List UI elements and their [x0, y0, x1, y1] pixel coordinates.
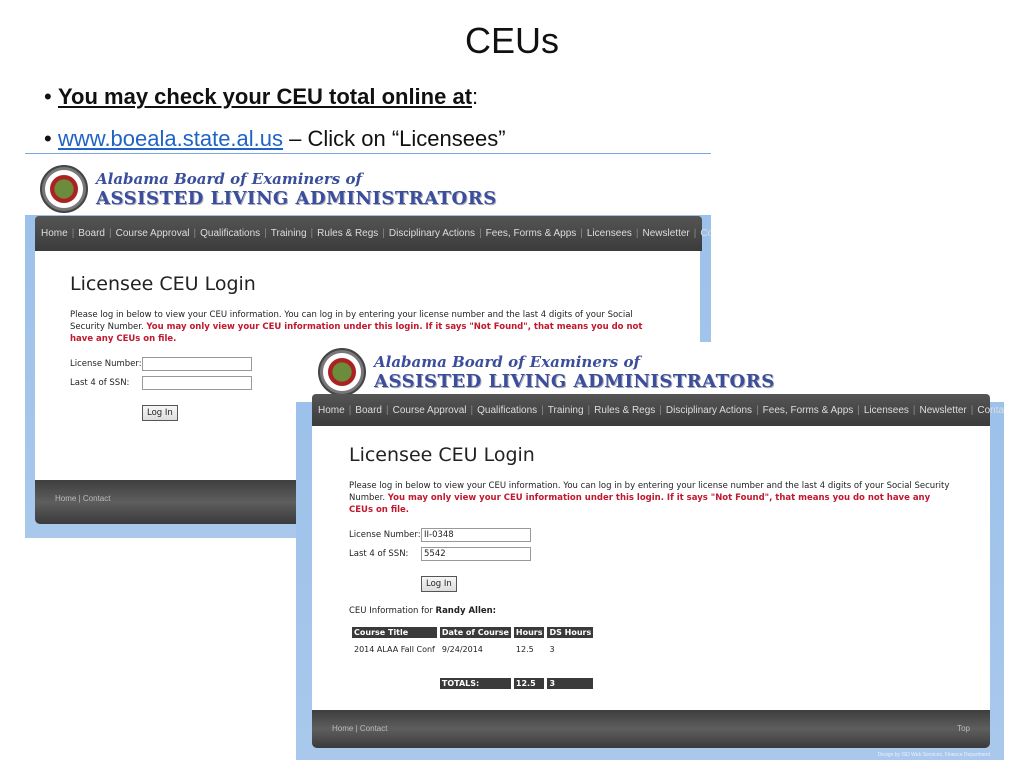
- licensee-name: Randy Allen:: [435, 606, 497, 616]
- license-label: License Number:: [70, 359, 142, 369]
- nav-item-newsletter[interactable]: Newsletter: [920, 405, 967, 416]
- footer-contact-link[interactable]: Contact: [83, 494, 111, 503]
- nav-separator: |: [587, 404, 591, 416]
- intro-text: Please log in below to view your CEU inf…: [70, 310, 643, 344]
- nav-item-licensees[interactable]: Licensees: [864, 405, 909, 416]
- bullet-2: • www.boeala.state.al.us – Click on “Lice…: [44, 126, 506, 151]
- footer-home-link[interactable]: Home: [55, 494, 76, 503]
- slide-title: CEUs: [464, 20, 559, 61]
- nav-separator: |: [385, 404, 389, 416]
- license-number-input[interactable]: II-0348: [421, 528, 531, 542]
- bullet-2-tail: – Click on “Licensees”: [283, 126, 506, 151]
- nav-item-licensees[interactable]: Licensees: [587, 228, 632, 239]
- divider: [25, 153, 711, 154]
- nav-separator: |: [912, 404, 916, 416]
- bullet-1-tail: :: [472, 84, 479, 109]
- bullet-1: • You may check your CEU total online at:: [44, 84, 479, 109]
- nav-item-rules-regs[interactable]: Rules & Regs: [317, 228, 378, 239]
- nav-separator: |: [71, 228, 75, 239]
- logo-line-2: ASSISTED LIVING ADMINISTRATORS: [374, 370, 775, 392]
- ssn-label: Last 4 of SSN:: [70, 378, 130, 388]
- nav-item-disciplinary-actions[interactable]: Disciplinary Actions: [666, 405, 752, 416]
- nav-separator: |: [756, 404, 759, 416]
- nav-item-qualifications[interactable]: Qualifications: [200, 228, 260, 239]
- nav-item-training[interactable]: Training: [548, 405, 584, 416]
- site-logo: Alabama Board of Examiners of ASSISTED LI…: [318, 348, 775, 396]
- site-credit: Design by ISD Web Services, Finance Depa…: [877, 752, 990, 758]
- nav-item-board[interactable]: Board: [78, 228, 105, 239]
- nav-separator: |: [659, 404, 662, 416]
- login-button[interactable]: Log In: [142, 405, 178, 421]
- logo-line-2: ASSISTED LIVING ADMINISTRATORS: [96, 187, 497, 209]
- col-hours: Hours: [513, 627, 545, 638]
- footer-home-link[interactable]: Home: [332, 724, 353, 733]
- ceu-info-heading: CEU Information for Randy Allen:: [349, 606, 497, 616]
- logo-line-1: Alabama Board of Examiners of: [96, 169, 362, 188]
- nav-item-fees-forms-apps[interactable]: Fees, Forms & Apps: [486, 228, 577, 239]
- state-seal-icon: [318, 348, 366, 396]
- ssn-input[interactable]: 5542: [421, 547, 531, 561]
- totals-row: TOTALS: 12.5 3: [352, 678, 594, 689]
- nav-separator: |: [479, 228, 482, 239]
- website-link[interactable]: www.boeala.state.al.us: [58, 126, 283, 151]
- nav-separator: |: [693, 228, 697, 239]
- nav-item-qualifications[interactable]: Qualifications: [477, 405, 537, 416]
- site-nav: Home | Board | Course Approval | Qualification…: [312, 394, 1004, 426]
- ssn-label: Last 4 of SSN:: [349, 549, 409, 559]
- footer-contact-link[interactable]: Contact: [360, 724, 388, 733]
- ssn-input[interactable]: [142, 376, 252, 390]
- table-row: 2014 ALAA Fall Conf 9/24/2014 12.5 3: [354, 645, 555, 654]
- nav-separator: |: [382, 228, 385, 239]
- nav-item-contact[interactable]: Contact: [977, 405, 1004, 416]
- content-area: Licensee CEU Login Please log in below t…: [312, 426, 990, 710]
- site-nav: Home | Board | Course Approval | Qualification…: [35, 216, 711, 251]
- nav-item-home[interactable]: Home: [41, 228, 68, 239]
- nav-item-course-approval[interactable]: Course Approval: [393, 405, 467, 416]
- col-course-title: Course Title: [352, 627, 437, 638]
- nav-item-disciplinary-actions[interactable]: Disciplinary Actions: [389, 228, 475, 239]
- page-title: Licensee CEU Login: [70, 273, 256, 295]
- site-logo: Alabama Board of Examiners of ASSISTED LI…: [40, 165, 497, 213]
- nav-item-board[interactable]: Board: [355, 405, 382, 416]
- nav-separator: |: [470, 404, 474, 416]
- nav-separator: |: [108, 228, 112, 239]
- nav-separator: |: [970, 404, 974, 416]
- nav-separator: |: [857, 404, 860, 416]
- nav-item-newsletter[interactable]: Newsletter: [643, 228, 690, 239]
- col-ds-hours: DS Hours: [547, 627, 594, 638]
- site-footer: Home | Contact Top: [312, 710, 990, 748]
- nav-item-fees-forms-apps[interactable]: Fees, Forms & Apps: [763, 405, 854, 416]
- footer-top-link[interactable]: Top: [957, 724, 970, 733]
- license-label: License Number:: [349, 530, 421, 540]
- warning-text: You may only view your CEU information u…: [349, 493, 931, 515]
- nav-separator: |: [193, 228, 197, 239]
- warning-text: You may only view your CEU information u…: [70, 322, 643, 344]
- screenshot-login-result: Alabama Board of Examiners of ASSISTED LI…: [296, 342, 1004, 760]
- license-number-input[interactable]: [142, 357, 252, 371]
- nav-item-training[interactable]: Training: [271, 228, 307, 239]
- logo-line-1: Alabama Board of Examiners of: [374, 352, 640, 371]
- nav-separator: |: [635, 228, 639, 239]
- nav-item-contact[interactable]: Contact: [700, 228, 711, 239]
- col-date: Date of Course: [439, 627, 511, 638]
- nav-item-course-approval[interactable]: Course Approval: [116, 228, 190, 239]
- ceu-table: Course Title Date of Course Hours DS Hours …: [349, 624, 596, 692]
- nav-item-home[interactable]: Home: [318, 405, 345, 416]
- nav-separator: |: [264, 228, 267, 239]
- nav-separator: |: [541, 404, 544, 416]
- login-button[interactable]: Log In: [421, 576, 457, 592]
- nav-separator: |: [310, 228, 314, 239]
- intro-text: Please log in below to view your CEU inf…: [349, 481, 950, 515]
- bullet-1-text: You may check your CEU total online at: [58, 84, 473, 109]
- nav-separator: |: [580, 228, 583, 239]
- nav-separator: |: [348, 404, 352, 416]
- nav-item-rules-regs[interactable]: Rules & Regs: [594, 405, 655, 416]
- page-title: Licensee CEU Login: [349, 444, 535, 466]
- state-seal-icon: [40, 165, 88, 213]
